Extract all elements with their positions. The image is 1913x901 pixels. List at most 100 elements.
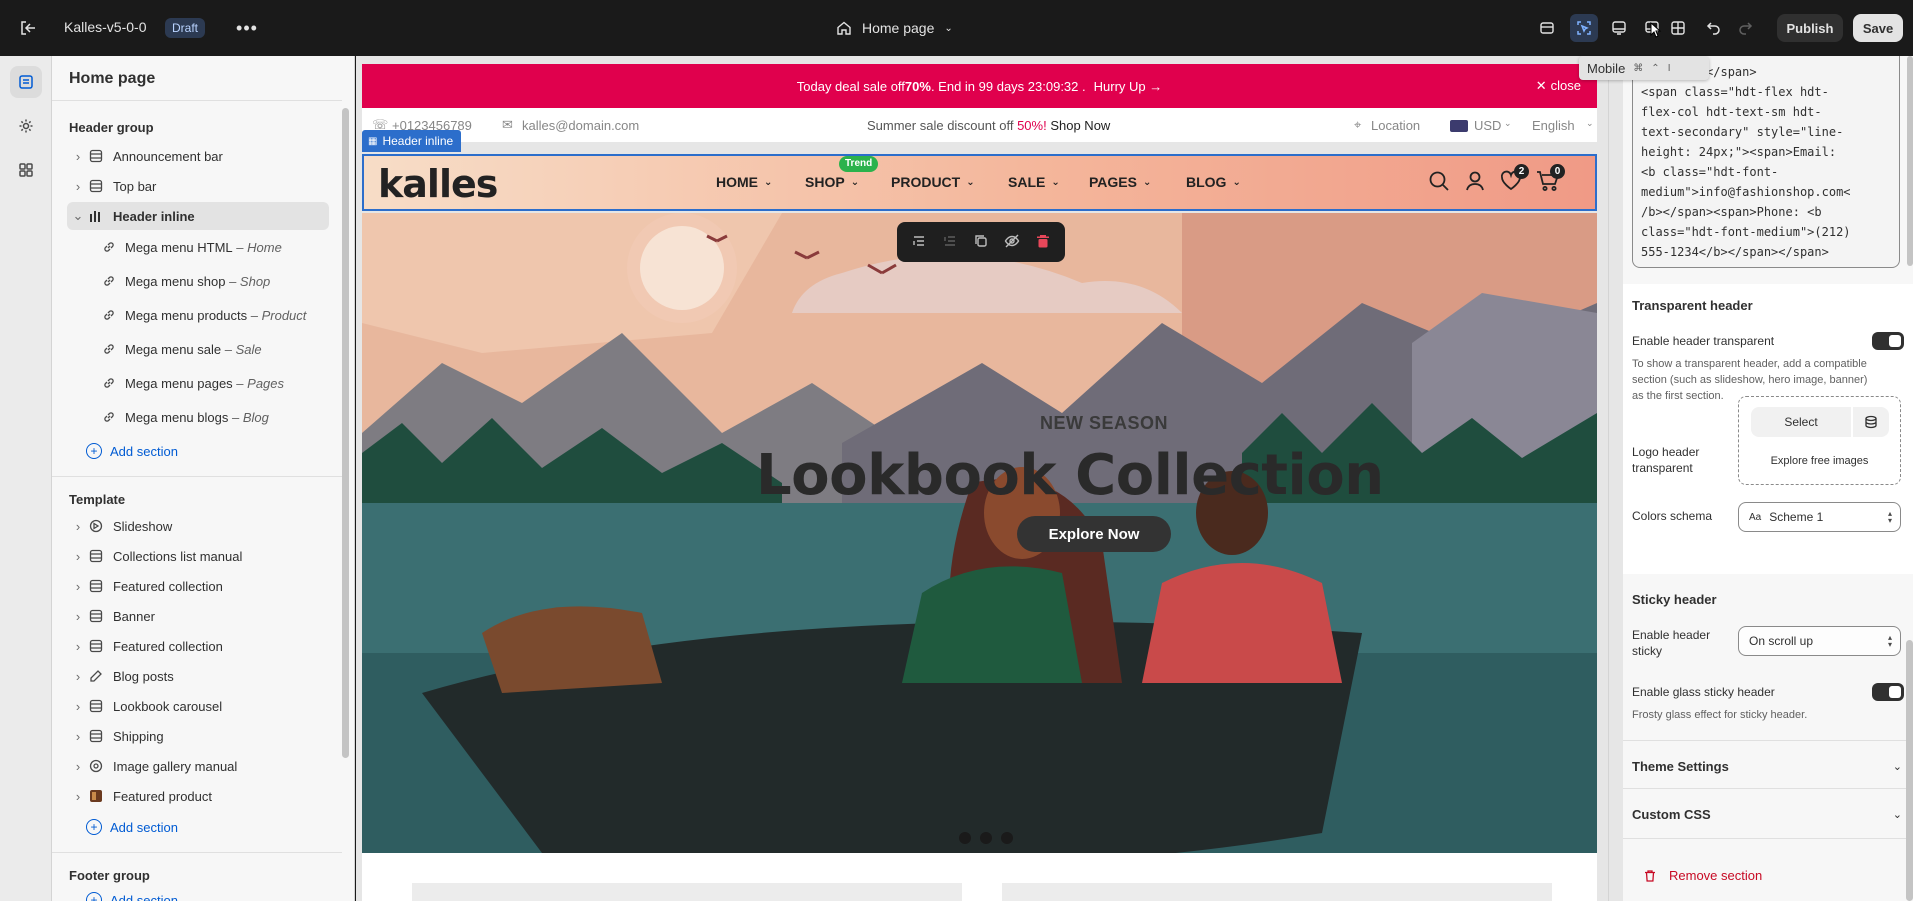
help-line: To show a transparent header, add a comp… (1632, 358, 1867, 370)
sticky-header-select[interactable]: On scroll up ▴ ▾ (1738, 626, 1901, 656)
language-selector[interactable]: English (1532, 118, 1575, 133)
move-down-icon[interactable] (942, 233, 958, 252)
hero-cta-button[interactable]: Explore Now (1017, 516, 1171, 552)
enable-transparent-toggle[interactable] (1872, 332, 1904, 350)
chevron-right-icon[interactable]: › (71, 789, 85, 804)
store-header[interactable]: kalles HOME ⌄ SHOP ⌄ Trend PRODUCT ⌄ SALE ⌄ … (362, 154, 1597, 211)
store-location[interactable]: Location (1371, 118, 1420, 133)
redo-icon[interactable] (1733, 16, 1757, 40)
chevron-right-icon[interactable]: › (71, 579, 85, 594)
link-icon (102, 308, 118, 322)
settings-scrollbar[interactable] (1906, 640, 1913, 901)
select-image-button[interactable]: Select (1751, 407, 1851, 437)
block-mega-menu-products[interactable]: Mega menu products – Product (102, 301, 306, 329)
remove-section-button[interactable]: Remove section (1643, 868, 1762, 883)
announcement-close[interactable]: ✕ close (1536, 78, 1581, 94)
delete-trash-icon[interactable] (1035, 233, 1051, 252)
hide-eye-icon[interactable] (1004, 233, 1020, 252)
hero-slideshow[interactable]: NEW SEASON Lookbook Collection Explore N… (362, 213, 1597, 853)
section-banner[interactable]: › Banner (67, 602, 329, 630)
add-section-footer-group[interactable]: + Add section (86, 888, 178, 901)
section-featured-product[interactable]: › Featured product (67, 782, 329, 810)
duplicate-icon[interactable] (973, 233, 989, 252)
custom-html-textarea[interactable]: d help ? </span> <span class="hdt-flex h… (1632, 56, 1900, 268)
block-mega-menu-sale[interactable]: Mega menu sale – Sale (102, 335, 262, 363)
account-icon[interactable] (1464, 170, 1486, 195)
block-mega-menu-shop[interactable]: Mega menu shop – Shop (102, 267, 270, 295)
desktop-icon[interactable] (1607, 16, 1631, 40)
exit-icon[interactable] (16, 16, 40, 40)
section-slideshow[interactable]: › Slideshow (67, 512, 329, 540)
block-mega-menu-pages[interactable]: Mega menu pages – Pages (102, 369, 284, 397)
explore-free-images-link[interactable]: Explore free images (1739, 455, 1900, 467)
slide-dot[interactable] (959, 832, 971, 844)
chevron-right-icon[interactable]: › (71, 759, 85, 774)
block-mega-menu-html[interactable]: Mega menu HTML – Home (102, 233, 282, 261)
section-top-bar[interactable]: › Top bar (67, 172, 329, 200)
header-inline-tag[interactable]: ▦ Header inline (362, 130, 462, 152)
section-image-gallery-manual[interactable]: › Image gallery manual (67, 752, 329, 780)
location-pin-icon: ⌖ (1354, 117, 1362, 132)
more-actions-icon[interactable]: ••• (234, 16, 260, 40)
announcement-link[interactable]: Hurry Up → (1094, 79, 1163, 94)
settings-gear-icon[interactable] (10, 110, 42, 142)
sidebar-scrollbar[interactable] (342, 108, 349, 758)
nav-product[interactable]: PRODUCT ⌄ (891, 174, 975, 190)
announcement-bar[interactable]: Today deal sale off 70% . End in 99 days… (362, 64, 1597, 108)
chevron-down-icon[interactable]: ⌄ (71, 208, 85, 224)
currency-selector[interactable]: USD (1474, 118, 1501, 133)
nav-sale[interactable]: SALE ⌄ (1008, 174, 1060, 190)
slide-dot[interactable] (1001, 832, 1013, 844)
undo-icon[interactable] (1702, 16, 1726, 40)
glass-sticky-toggle[interactable] (1872, 683, 1904, 701)
page-selector[interactable]: Home page ⌄ (836, 14, 953, 42)
chevron-right-icon[interactable]: › (71, 609, 85, 624)
chevron-right-icon[interactable]: › (71, 149, 85, 164)
section-blog-posts[interactable]: › Blog posts (67, 662, 329, 690)
publish-button[interactable]: Publish (1777, 14, 1843, 42)
us-flag-icon (1450, 120, 1468, 132)
close-icon[interactable]: ✕ (1536, 78, 1547, 93)
chevron-right-icon[interactable]: › (71, 729, 85, 744)
section-shipping[interactable]: › Shipping (67, 722, 329, 750)
inspector-icon[interactable] (1570, 14, 1598, 42)
custom-css-accordion[interactable]: Custom CSS ⌄ (1632, 802, 1902, 826)
slide-dot[interactable] (980, 832, 992, 844)
promo-link[interactable]: Shop Now (1050, 118, 1110, 133)
nav-home[interactable]: HOME ⌄ (716, 174, 772, 190)
chevron-right-icon[interactable]: › (71, 669, 85, 684)
chevron-right-icon[interactable]: › (71, 549, 85, 564)
add-section-template[interactable]: + Add section (86, 815, 178, 839)
add-section-header-group[interactable]: + Add section (86, 439, 178, 463)
edit-icon (87, 669, 105, 683)
apps-icon[interactable] (10, 154, 42, 186)
chevron-right-icon[interactable]: › (71, 699, 85, 714)
store-email[interactable]: kalles@domain.com (522, 118, 639, 133)
sections-icon[interactable] (10, 66, 42, 98)
section-announcement-bar[interactable]: › Announcement bar (67, 142, 329, 170)
move-up-icon[interactable] (911, 233, 927, 252)
colors-schema-select[interactable]: Aa Scheme 1 ▴ ▾ (1738, 502, 1901, 532)
media-library-icon[interactable] (1853, 407, 1889, 437)
chevron-right-icon[interactable]: › (71, 519, 85, 534)
section-collections-list-manual[interactable]: › Collections list manual (67, 542, 329, 570)
template-title: Template (69, 492, 126, 507)
chevron-right-icon[interactable]: › (71, 639, 85, 654)
section-header-inline[interactable]: ⌄ Header inline (67, 202, 329, 230)
theme-settings-accordion[interactable]: Theme Settings ⌄ (1632, 754, 1902, 778)
search-icon[interactable] (1428, 170, 1450, 195)
textarea-scrollbar[interactable] (1907, 56, 1913, 266)
section-lookbook-carousel[interactable]: › Lookbook carousel (67, 692, 329, 720)
chevron-right-icon[interactable]: › (71, 179, 85, 194)
section-label: Blog posts (113, 668, 174, 684)
fullscreen-icon[interactable] (1666, 16, 1690, 40)
nav-pages[interactable]: PAGES ⌄ (1089, 174, 1151, 190)
nav-blog[interactable]: BLOG ⌄ (1186, 174, 1241, 190)
block-mega-menu-blogs[interactable]: Mega menu blogs – Blog (102, 403, 269, 431)
section-featured-collection-2[interactable]: › Featured collection (67, 632, 329, 660)
store-icon[interactable] (1535, 16, 1559, 40)
store-logo[interactable]: kalles (378, 162, 498, 206)
section-featured-collection[interactable]: › Featured collection (67, 572, 329, 600)
save-button[interactable]: Save (1853, 14, 1903, 42)
nav-shop[interactable]: SHOP ⌄ (805, 174, 859, 190)
